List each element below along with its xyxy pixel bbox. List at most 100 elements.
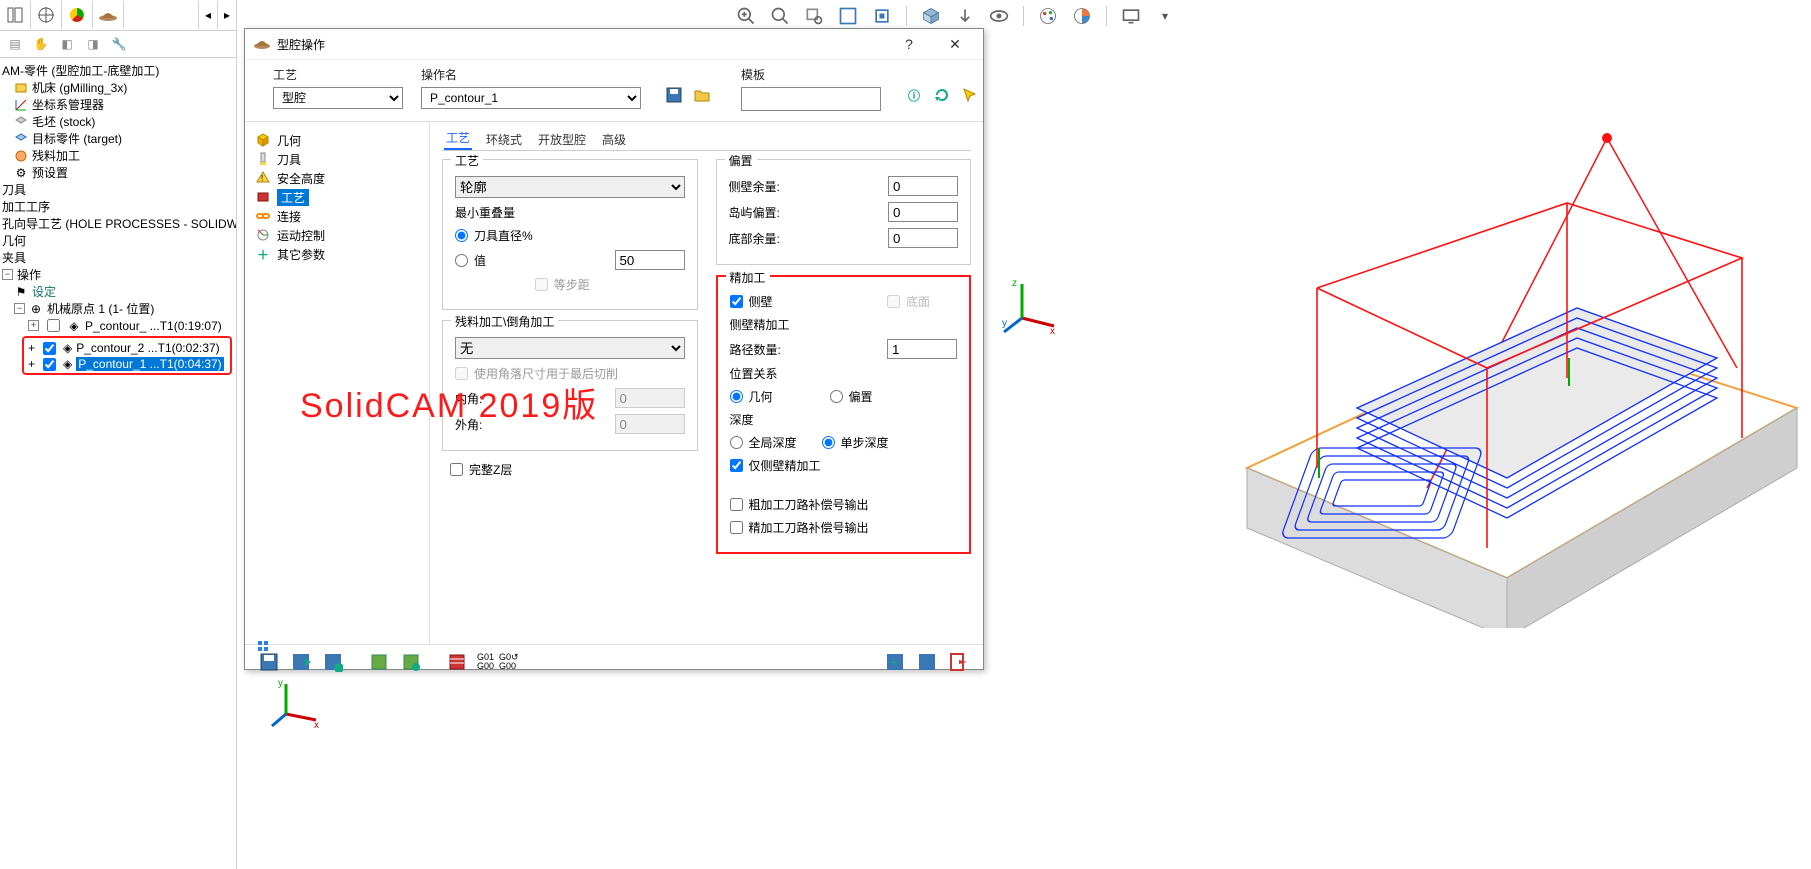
comp-fin-checkbox[interactable] [730,521,743,534]
depth-step-radio[interactable] [822,436,835,449]
tree-item[interactable]: 坐标系管理器 [0,96,236,113]
pie-icon[interactable] [62,1,93,29]
tool-dia-radio[interactable] [455,229,468,242]
expand-icon[interactable]: + [28,341,35,355]
template-input[interactable] [741,87,881,111]
dropdown-icon[interactable]: ▾ [1155,6,1175,26]
overlap-value-input[interactable] [615,250,685,270]
side-item-safe[interactable]: !安全高度 [255,169,425,187]
tree-origin[interactable]: −⊕机械原点 1 (1- 位置) [0,300,236,317]
help-button[interactable]: ? [889,30,929,58]
op-visible-checkbox[interactable] [43,342,56,355]
tree-op-row[interactable]: +◈P_contour_ ...T1(0:19:07) [0,317,236,334]
wall-offset-input[interactable] [888,176,958,196]
op-visible-checkbox[interactable] [47,319,60,332]
arrow-down-icon[interactable] [955,6,975,26]
tab-tech[interactable]: 工艺 [444,127,472,150]
depth-all-radio[interactable] [730,436,743,449]
info-icon[interactable]: ⓘ [903,84,925,106]
tree-item[interactable]: 残料加工 [0,147,236,164]
tree-root[interactable]: AM-零件 (型腔加工-底壁加工) [0,62,236,79]
hand-icon[interactable]: ✋ [30,33,52,55]
tree-ops[interactable]: −操作 [0,266,236,283]
grid-dots-icon[interactable] [257,640,275,661]
op-visible-checkbox[interactable] [43,358,56,371]
collapse-icon[interactable]: − [14,303,25,314]
side-item-link[interactable]: 连接 [255,207,425,225]
finish-wall-checkbox[interactable] [730,295,743,308]
tree-item[interactable]: 加工工序 [0,198,236,215]
paths-input[interactable] [887,339,957,359]
tab-open[interactable]: 开放型腔 [536,129,588,150]
screen-icon[interactable] [1121,6,1141,26]
eye-icon[interactable] [989,6,1009,26]
tree-item[interactable]: 夹具 [0,249,236,266]
gcode1-icon[interactable] [367,650,391,674]
side-item-geom[interactable]: 几何 [255,131,425,149]
layers3-icon[interactable]: ◨ [82,33,104,55]
expand-icon[interactable]: + [28,357,35,371]
tree-item[interactable]: 机床 (gMilling_3x) [0,79,236,96]
feature-tree[interactable]: AM-零件 (型腔加工-底壁加工) 机床 (gMilling_3x) 坐标系管理… [0,58,236,375]
nav-prev-icon[interactable]: ◂ [198,1,217,29]
tree-item[interactable]: 目标零件 (target) [0,130,236,147]
zoom-out-icon[interactable] [770,6,790,26]
close-button[interactable]: ✕ [935,30,975,58]
full-z-checkbox[interactable] [450,463,463,476]
apply-icon[interactable] [915,650,939,674]
hat-icon[interactable] [93,1,124,29]
tree-op-row[interactable]: +◈P_contour_1 ...T1(0:04:37) [24,356,230,372]
zoom-in-icon[interactable] [736,6,756,26]
refresh-icon[interactable] [931,84,953,106]
tab-adv[interactable]: 高级 [600,129,628,150]
tree-settings[interactable]: ⚑设定 [0,283,236,300]
layers-icon[interactable]: ▤ [4,33,26,55]
pos-off-radio[interactable] [830,390,843,403]
expand-icon[interactable]: + [28,320,39,331]
panel1-icon[interactable] [0,1,31,29]
save-icon[interactable] [663,84,685,106]
chamfer-select[interactable]: 无 [455,337,685,359]
side-item-tech[interactable]: 工艺 [255,188,425,206]
nav-next-icon[interactable]: ▸ [217,1,236,29]
side-item-other[interactable]: ＋其它参数 [255,245,425,263]
only-wall-checkbox[interactable] [730,459,743,472]
apply-save-icon[interactable]: + [883,650,907,674]
technology-select[interactable]: 型腔 [273,87,403,109]
tree-item[interactable]: 孔向导工艺 (HOLE PROCESSES - SOLIDWORKS [0,215,236,232]
tree-item[interactable]: 几何 [0,232,236,249]
island-offset-input[interactable] [888,202,958,222]
comp-rough-checkbox[interactable] [730,498,743,511]
dialog-titlebar[interactable]: 型腔操作 ? ✕ [245,29,983,60]
save-sim-icon[interactable] [321,650,345,674]
fit-icon[interactable] [838,6,858,26]
book-icon[interactable] [445,650,469,674]
value-radio[interactable] [455,254,468,267]
opname-select[interactable]: P_contour_1 [421,87,641,109]
collapse-icon[interactable]: − [2,269,13,280]
open-icon[interactable] [691,84,713,106]
palette2-icon[interactable] [1072,6,1092,26]
iso-view-icon[interactable] [921,6,941,26]
wrench-icon[interactable]: 🔧 [108,33,130,55]
layers2-icon[interactable]: ◧ [56,33,78,55]
exit-icon[interactable] [947,650,971,674]
tree-item[interactable]: 毛坯 (stock) [0,113,236,130]
contour-select[interactable]: 轮廓 [455,176,685,198]
palette1-icon[interactable] [1038,6,1058,26]
target-icon[interactable] [31,1,62,29]
floor-offset-input[interactable] [888,228,958,248]
gcode2-icon[interactable] [399,650,423,674]
tab-contour[interactable]: 环绕式 [484,129,524,150]
zoom-area-icon[interactable] [804,6,824,26]
side-item-motion[interactable]: 运动控制 [255,226,425,244]
cursor-icon[interactable] [959,84,981,106]
tree-op-row[interactable]: +◈P_contour_2 ...T1(0:02:37) [24,340,230,356]
tree-item[interactable]: 刀具 [0,181,236,198]
radio-label: 偏置 [849,388,873,405]
side-item-tool[interactable]: 刀具 [255,150,425,168]
box-fit-icon[interactable] [872,6,892,26]
tree-item[interactable]: ⚙预设置 [0,164,236,181]
pos-geom-radio[interactable] [730,390,743,403]
save-run-icon[interactable] [289,650,313,674]
